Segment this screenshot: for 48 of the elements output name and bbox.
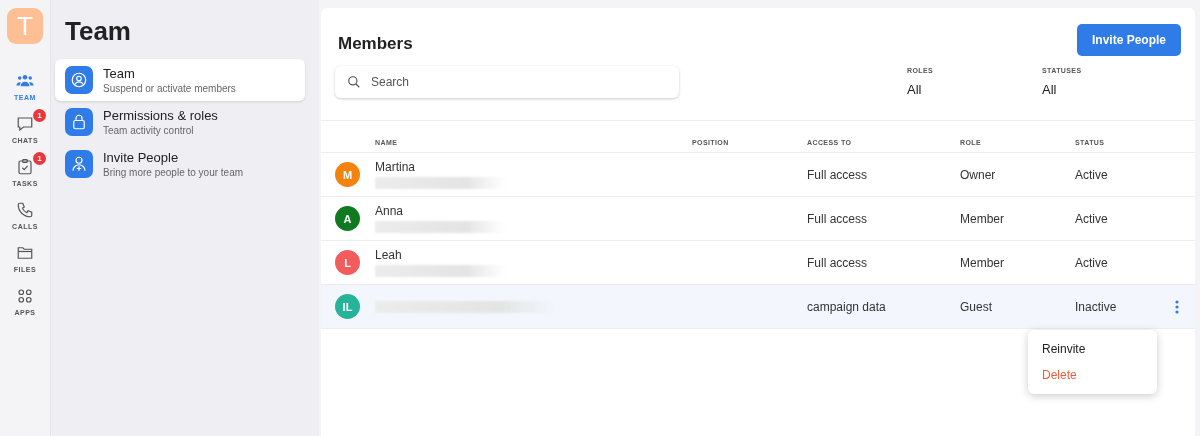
more-icon	[1175, 299, 1179, 314]
sidebar-item-description: Bring more people to your team	[103, 167, 244, 178]
avatar: A	[335, 206, 360, 231]
lock-icon	[70, 113, 88, 131]
search-field[interactable]: Search	[335, 66, 679, 98]
folder-icon	[16, 244, 34, 262]
phone-icon	[16, 201, 34, 219]
member-name: Martina	[375, 160, 416, 174]
avatar: M	[335, 162, 360, 187]
sidebar-item-title: Invite People	[103, 150, 180, 165]
sidebar-item-description: Team activity control	[103, 125, 195, 136]
access-text: campaign data	[807, 299, 886, 314]
sidebar-item-title: Team	[103, 66, 136, 81]
sidebar-item[interactable]: Invite People Bring more people to your team	[55, 143, 305, 185]
sidebar-item[interactable]: Permissions & roles Team activity control	[55, 101, 305, 143]
sidebar-item-description: Suspend or activate members	[103, 83, 236, 94]
role-text: Owner	[960, 167, 996, 182]
access-text: Full access	[807, 211, 868, 226]
status-text: Active	[1075, 255, 1108, 270]
menu-item[interactable]: Reinvite	[1028, 336, 1157, 362]
avatar: IL	[335, 294, 360, 319]
avatar: L	[335, 250, 360, 275]
chat-icon	[16, 115, 34, 133]
apps-icon	[16, 287, 34, 305]
filter-value[interactable]: All	[907, 82, 1042, 97]
count-badge: 1	[33, 109, 47, 122]
filter-value[interactable]: All	[1042, 82, 1177, 97]
member-name: Anna	[375, 204, 405, 218]
clipboard-icon	[16, 158, 34, 176]
user-circle-icon	[70, 71, 88, 89]
sidebar-item-title: Permissions & roles	[103, 108, 218, 123]
search-icon	[347, 75, 361, 89]
panel-title: Members	[338, 34, 413, 54]
invite-button[interactable]: Invite People	[1076, 24, 1181, 56]
table-row[interactable]: IL campaign data Guest Inactive	[321, 285, 1195, 329]
member-name: Leah	[375, 248, 403, 262]
access-text: Full access	[807, 167, 868, 182]
page-title: Team	[65, 16, 132, 47]
access-text: Full access	[807, 255, 868, 270]
role-text: Member	[960, 255, 1004, 270]
add-user-icon	[70, 155, 88, 173]
status-text: Active	[1075, 167, 1108, 182]
status-text: Inactive	[1075, 299, 1117, 314]
status-text: Active	[1075, 211, 1108, 226]
role-text: Member	[960, 211, 1004, 226]
sidebar-item[interactable]: Team Suspend or activate members	[55, 59, 305, 101]
count-badge: 1	[32, 152, 46, 165]
role-text: Guest	[960, 299, 992, 314]
